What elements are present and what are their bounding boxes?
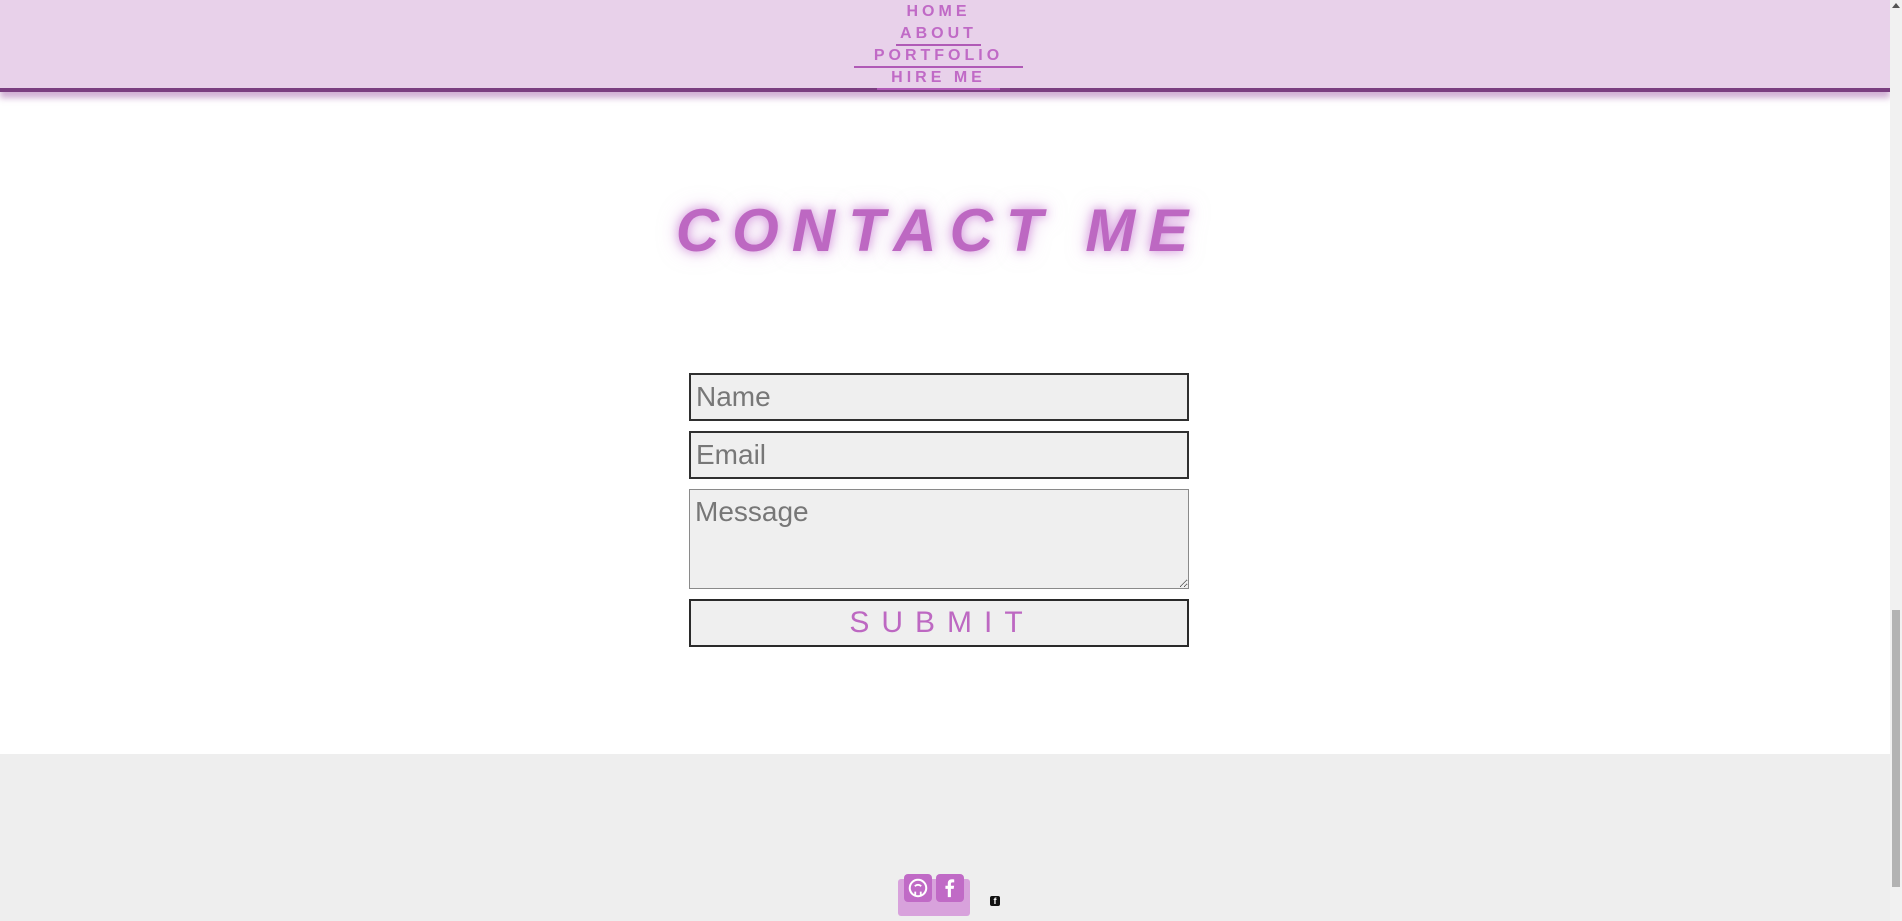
github-icon[interactable] [904, 874, 932, 902]
scroll-thumb[interactable] [1892, 610, 1900, 887]
name-input[interactable] [689, 373, 1189, 421]
facebook-icon[interactable] [936, 874, 964, 902]
page-scrollbar[interactable] [1890, 0, 1902, 921]
nav-home-link[interactable]: HOME [903, 2, 975, 24]
nav-hire-me-link[interactable]: HIRE ME [877, 68, 1000, 90]
footer: f [0, 754, 1890, 921]
contact-title: CONTACT ME [675, 197, 1202, 264]
small-facebook-icon[interactable]: f [990, 896, 1000, 906]
nav-portfolio-link[interactable]: PORTFOLIO [853, 46, 1024, 68]
nav-links: HOME ABOUT PORTFOLIO HIRE ME [0, 2, 1877, 90]
submit-button[interactable]: SUBMIT [689, 599, 1189, 647]
top-navbar: HOME ABOUT PORTFOLIO HIRE ME [0, 0, 1890, 92]
message-textarea[interactable] [689, 489, 1189, 589]
page: HOME ABOUT PORTFOLIO HIRE ME CONTACT ME … [0, 0, 1890, 921]
contact-form: SUBMIT [689, 373, 1189, 647]
scroll-up-arrow-icon[interactable] [1892, 3, 1900, 8]
nav-about-link[interactable]: ABOUT [896, 24, 981, 46]
social-links [898, 874, 970, 916]
email-input[interactable] [689, 431, 1189, 479]
